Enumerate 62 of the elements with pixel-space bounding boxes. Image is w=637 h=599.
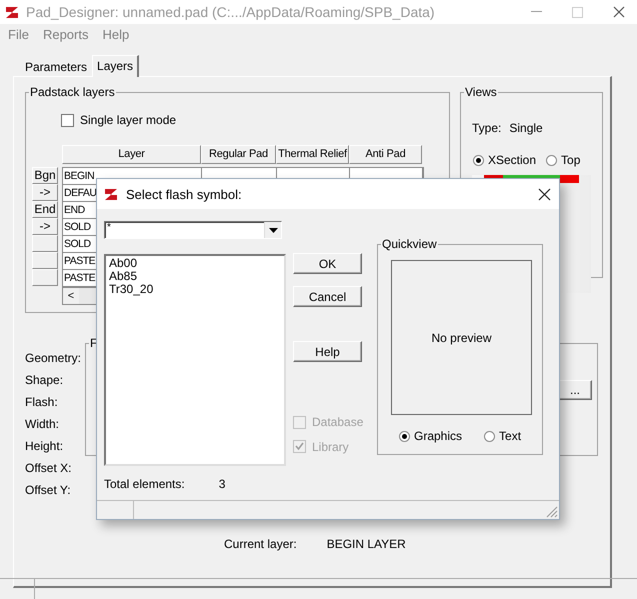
view-radio[interactable]: Top: [546, 153, 580, 167]
table-cell: PASTE: [64, 272, 96, 284]
field-label: Offset X:: [25, 461, 72, 475]
dialog-button[interactable]: Help: [293, 341, 362, 362]
column-header[interactable]: Anti Pad: [349, 144, 422, 164]
resize-grip-icon[interactable]: [546, 506, 558, 518]
layer-row-button[interactable]: ->: [32, 218, 58, 234]
dialog-title: Select flash symbol:: [126, 186, 242, 202]
layer-row-button[interactable]: End: [32, 200, 58, 218]
type-label: Type:: [472, 121, 502, 135]
close-icon[interactable]: [613, 6, 625, 18]
scroll-left-button[interactable]: <: [63, 288, 79, 304]
table-cell: END: [64, 204, 85, 216]
dropdown-arrow-icon: [268, 228, 278, 232]
type-value: Single: [509, 121, 543, 135]
app-logo-icon: [104, 186, 119, 202]
app-logo-icon: [5, 4, 20, 20]
dialog-button[interactable]: OK: [293, 253, 362, 274]
total-label: Total elements:: [104, 477, 185, 491]
layer-row-button[interactable]: [32, 268, 58, 286]
current-layer-value: BEGIN LAYER: [326, 537, 406, 551]
window-title: Pad_Designer: unnamed.pad (C:.../AppData/Roaming/SPB_Data): [26, 4, 435, 20]
preview-mode-radio[interactable]: Graphics: [399, 429, 462, 443]
symbol-list[interactable]: Ab00 Ab85 Tr30_20: [104, 254, 286, 466]
current-layer-label: Current layer:: [224, 537, 297, 551]
tab[interactable]: Parameters: [20, 57, 92, 76]
minimize-icon[interactable]: [531, 11, 542, 13]
list-item[interactable]: Ab85: [109, 270, 281, 283]
column-header[interactable]: Layer: [62, 144, 201, 164]
preview-mode-radio[interactable]: Text: [484, 429, 522, 443]
view-radio[interactable]: XSection: [473, 153, 536, 167]
table-cell: DEFAU: [64, 186, 97, 198]
layer-row-button[interactable]: [32, 252, 58, 268]
close-icon[interactable]: [538, 188, 551, 200]
check-icon: [295, 442, 304, 451]
no-preview-text: No preview: [431, 330, 492, 344]
dialog-button[interactable]: Cancel: [293, 286, 362, 307]
column-header[interactable]: Regular Pad: [201, 144, 276, 164]
field-label: Flash:: [25, 395, 59, 409]
total-value: 3: [218, 477, 226, 491]
table-cell: BEGIN: [64, 170, 94, 182]
field-label: Shape:: [25, 373, 64, 387]
group-title: Padstack layers: [29, 85, 116, 99]
table-cell: PASTE: [64, 254, 96, 266]
list-item[interactable]: Tr30_20: [109, 283, 281, 296]
browse-button[interactable]: ...: [558, 380, 592, 400]
layer-row-button[interactable]: ->: [32, 184, 58, 200]
field-label: Geometry:: [25, 351, 82, 365]
single-layer-checkbox[interactable]: Single layer mode: [61, 113, 176, 127]
group-title: Views: [464, 85, 498, 99]
list-item[interactable]: Ab00: [109, 257, 281, 270]
field-label: Offset Y:: [25, 483, 72, 497]
table-cell: SOLD: [64, 238, 91, 250]
field-label: Height:: [25, 439, 64, 453]
column-header[interactable]: Thermal Relief: [276, 144, 349, 164]
table-cell: SOLD: [64, 220, 91, 232]
tab[interactable]: Layers: [92, 55, 140, 77]
layer-row-button[interactable]: [32, 234, 58, 252]
group-title: Quickview: [381, 237, 438, 251]
field-label: Width:: [25, 417, 60, 431]
filter-dropdown[interactable]: *: [104, 221, 282, 239]
layer-row-button[interactable]: Bgn: [32, 166, 58, 184]
